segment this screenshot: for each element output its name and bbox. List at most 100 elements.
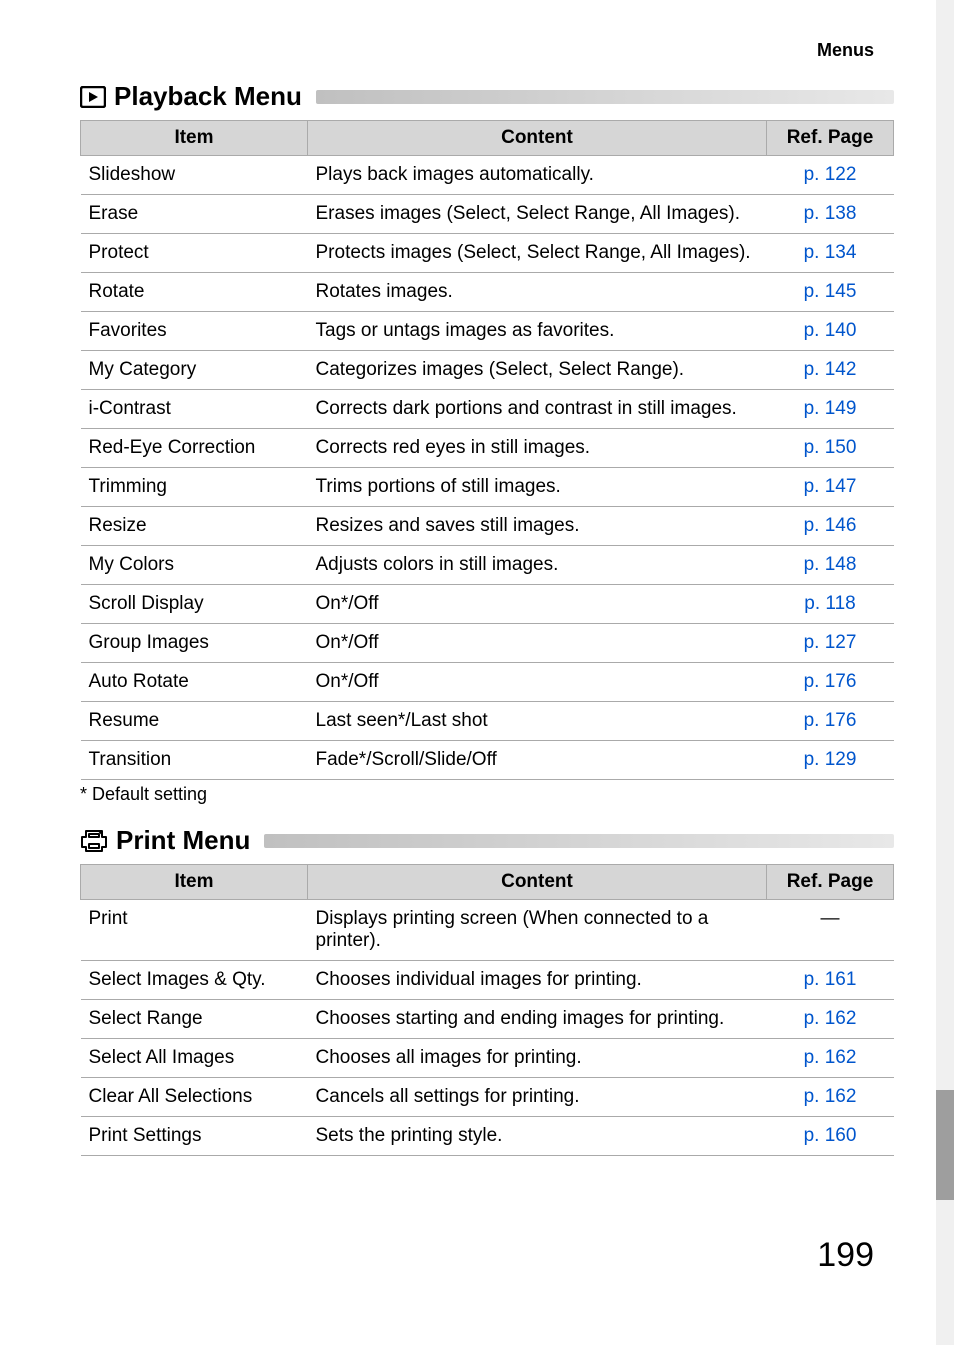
ref-page-link: — xyxy=(767,900,894,961)
item-cell: Favorites xyxy=(81,312,308,351)
title-bar xyxy=(264,834,894,848)
item-cell: i-Contrast xyxy=(81,390,308,429)
item-cell: Protect xyxy=(81,234,308,273)
playback-footnote: * Default setting xyxy=(80,784,894,805)
item-cell: Auto Rotate xyxy=(81,663,308,702)
ref-page-link[interactable]: p. 162 xyxy=(767,1000,894,1039)
content-cell: Displays printing screen (When connected… xyxy=(308,900,767,961)
content-cell: On*/Off xyxy=(308,585,767,624)
content-cell: On*/Off xyxy=(308,663,767,702)
playback-table: Item Content Ref. Page SlideshowPlays ba… xyxy=(80,120,894,780)
col-content: Content xyxy=(308,121,767,156)
page-number: 199 xyxy=(80,1236,894,1275)
col-item: Item xyxy=(81,121,308,156)
ref-page-link[interactable]: p. 176 xyxy=(767,663,894,702)
ref-page-link[interactable]: p. 148 xyxy=(767,546,894,585)
table-row: ResizeResizes and saves still images.p. … xyxy=(81,507,894,546)
table-row: i-ContrastCorrects dark portions and con… xyxy=(81,390,894,429)
ref-page-link[interactable]: p. 176 xyxy=(767,702,894,741)
content-cell: Categorizes images (Select, Select Range… xyxy=(308,351,767,390)
title-bar xyxy=(316,90,894,104)
table-row: EraseErases images (Select, Select Range… xyxy=(81,195,894,234)
table-row: ResumeLast seen*/Last shotp. 176 xyxy=(81,702,894,741)
item-cell: Select All Images xyxy=(81,1039,308,1078)
table-row: TrimmingTrims portions of still images.p… xyxy=(81,468,894,507)
playback-icon xyxy=(80,86,106,108)
table-row: Clear All SelectionsCancels all settings… xyxy=(81,1078,894,1117)
content-cell: Erases images (Select, Select Range, All… xyxy=(308,195,767,234)
content-cell: Corrects dark portions and contrast in s… xyxy=(308,390,767,429)
table-row: Select Images & Qty.Chooses individual i… xyxy=(81,961,894,1000)
playback-title: Playback Menu xyxy=(114,81,302,112)
table-row: Group ImagesOn*/Offp. 127 xyxy=(81,624,894,663)
content-cell: Chooses individual images for printing. xyxy=(308,961,767,1000)
col-content: Content xyxy=(308,865,767,900)
table-row: Red-Eye CorrectionCorrects red eyes in s… xyxy=(81,429,894,468)
header-label: Menus xyxy=(80,40,894,61)
table-row: TransitionFade*/Scroll/Slide/Offp. 129 xyxy=(81,741,894,780)
ref-page-link[interactable]: p. 134 xyxy=(767,234,894,273)
item-cell: Print xyxy=(81,900,308,961)
item-cell: Clear All Selections xyxy=(81,1078,308,1117)
item-cell: Print Settings xyxy=(81,1117,308,1156)
ref-page-link[interactable]: p. 129 xyxy=(767,741,894,780)
ref-page-link[interactable]: p. 138 xyxy=(767,195,894,234)
item-cell: Scroll Display xyxy=(81,585,308,624)
item-cell: Trimming xyxy=(81,468,308,507)
item-cell: Select Images & Qty. xyxy=(81,961,308,1000)
content-cell: Last seen*/Last shot xyxy=(308,702,767,741)
content-cell: Protects images (Select, Select Range, A… xyxy=(308,234,767,273)
ref-page-link[interactable]: p. 149 xyxy=(767,390,894,429)
ref-page-link[interactable]: p. 150 xyxy=(767,429,894,468)
ref-page-link[interactable]: p. 147 xyxy=(767,468,894,507)
print-table: Item Content Ref. Page PrintDisplays pri… xyxy=(80,864,894,1156)
item-cell: Group Images xyxy=(81,624,308,663)
ref-page-link[interactable]: p. 140 xyxy=(767,312,894,351)
print-section-heading: Print Menu xyxy=(80,825,894,856)
content-cell: Adjusts colors in still images. xyxy=(308,546,767,585)
ref-page-link[interactable]: p. 118 xyxy=(767,585,894,624)
ref-page-link[interactable]: p. 142 xyxy=(767,351,894,390)
ref-page-link[interactable]: p. 145 xyxy=(767,273,894,312)
ref-page-link[interactable]: p. 162 xyxy=(767,1039,894,1078)
table-row: RotateRotates images.p. 145 xyxy=(81,273,894,312)
side-tab-marker xyxy=(936,1090,954,1200)
table-row: SlideshowPlays back images automatically… xyxy=(81,156,894,195)
item-cell: Rotate xyxy=(81,273,308,312)
table-row: Scroll DisplayOn*/Offp. 118 xyxy=(81,585,894,624)
ref-page-link[interactable]: p. 162 xyxy=(767,1078,894,1117)
table-row: Select All ImagesChooses all images for … xyxy=(81,1039,894,1078)
item-cell: Resize xyxy=(81,507,308,546)
col-ref: Ref. Page xyxy=(767,121,894,156)
content-cell: Tags or untags images as favorites. xyxy=(308,312,767,351)
item-cell: Slideshow xyxy=(81,156,308,195)
ref-page-link[interactable]: p. 161 xyxy=(767,961,894,1000)
content-cell: Chooses starting and ending images for p… xyxy=(308,1000,767,1039)
content-cell: Plays back images automatically. xyxy=(308,156,767,195)
ref-page-link[interactable]: p. 122 xyxy=(767,156,894,195)
ref-page-link[interactable]: p. 127 xyxy=(767,624,894,663)
table-row: Auto RotateOn*/Offp. 176 xyxy=(81,663,894,702)
content-cell: On*/Off xyxy=(308,624,767,663)
ref-page-link[interactable]: p. 160 xyxy=(767,1117,894,1156)
table-row: ProtectProtects images (Select, Select R… xyxy=(81,234,894,273)
content-cell: Fade*/Scroll/Slide/Off xyxy=(308,741,767,780)
table-row: FavoritesTags or untags images as favori… xyxy=(81,312,894,351)
table-row: My ColorsAdjusts colors in still images.… xyxy=(81,546,894,585)
col-item: Item xyxy=(81,865,308,900)
ref-page-link[interactable]: p. 146 xyxy=(767,507,894,546)
item-cell: Resume xyxy=(81,702,308,741)
playback-section-heading: Playback Menu xyxy=(80,81,894,112)
table-row: My CategoryCategorizes images (Select, S… xyxy=(81,351,894,390)
content-cell: Chooses all images for printing. xyxy=(308,1039,767,1078)
item-cell: Erase xyxy=(81,195,308,234)
item-cell: Transition xyxy=(81,741,308,780)
col-ref: Ref. Page xyxy=(767,865,894,900)
content-cell: Rotates images. xyxy=(308,273,767,312)
content-cell: Cancels all settings for printing. xyxy=(308,1078,767,1117)
table-row: Print SettingsSets the printing style.p.… xyxy=(81,1117,894,1156)
content-cell: Sets the printing style. xyxy=(308,1117,767,1156)
print-title: Print Menu xyxy=(116,825,250,856)
content-cell: Trims portions of still images. xyxy=(308,468,767,507)
content-cell: Resizes and saves still images. xyxy=(308,507,767,546)
